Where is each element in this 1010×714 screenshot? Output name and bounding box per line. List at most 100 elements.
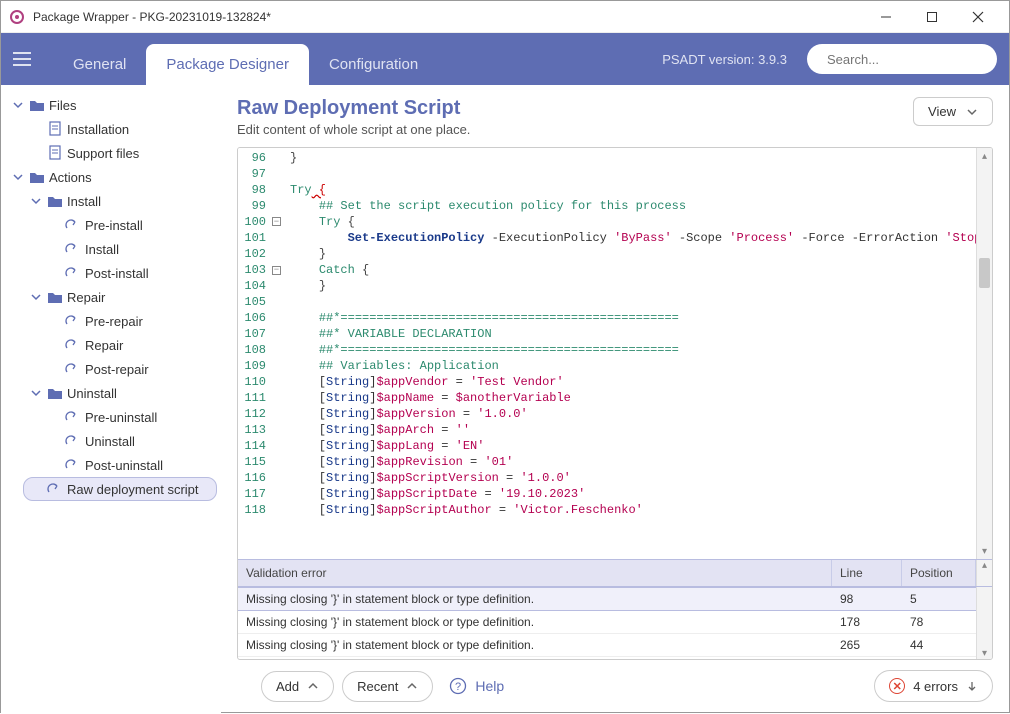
file-icon <box>47 145 63 161</box>
validation-row[interactable]: The Try statement is missing its Catch o… <box>238 657 976 659</box>
chevron-down-icon <box>11 170 25 184</box>
search-box[interactable] <box>807 44 997 74</box>
chevron-down-icon <box>29 386 43 400</box>
step-icon <box>65 313 81 329</box>
tree-label: Actions <box>49 170 92 185</box>
svg-text:?: ? <box>455 681 461 693</box>
chevron-up-icon <box>406 680 418 692</box>
tree-label: Install <box>67 194 101 209</box>
add-button-label: Add <box>276 679 299 694</box>
close-button[interactable] <box>955 1 1001 33</box>
help-link[interactable]: ? Help <box>449 677 504 695</box>
tree-pre-uninstall[interactable]: Pre-uninstall <box>41 405 217 429</box>
tree-installation[interactable]: Installation <box>23 117 217 141</box>
validation-pos: 78 <box>902 611 976 633</box>
fold-toggle[interactable]: − <box>272 266 281 275</box>
tree-install[interactable]: Install <box>41 237 217 261</box>
validation-row[interactable]: Missing closing '}' in statement block o… <box>238 634 976 657</box>
step-icon <box>65 265 81 281</box>
folder-icon <box>47 385 63 401</box>
validation-pos: 3 <box>902 657 976 659</box>
validation-scrollbar[interactable]: ▾ <box>976 587 992 659</box>
main-header: General Package Designer Configuration P… <box>1 33 1009 85</box>
window-title: Package Wrapper - PKG-20231019-132824* <box>33 10 863 24</box>
tree-label: Support files <box>67 146 139 161</box>
help-icon: ? <box>449 677 467 695</box>
scroll-down-icon[interactable]: ▾ <box>977 543 992 559</box>
step-icon <box>65 217 81 233</box>
tree-label: Pre-uninstall <box>85 410 157 425</box>
tree-support-files[interactable]: Support files <box>23 141 217 165</box>
tree-files[interactable]: Files <box>5 93 217 117</box>
tab-package-designer[interactable]: Package Designer <box>146 44 309 85</box>
search-input[interactable] <box>827 52 1003 67</box>
errors-button[interactable]: ✕ 4 errors <box>874 670 993 702</box>
tree-label: Raw deployment script <box>67 482 199 497</box>
file-icon <box>47 121 63 137</box>
arrow-down-icon <box>966 680 978 692</box>
tree-actions[interactable]: Actions <box>5 165 217 189</box>
tree-label: Repair <box>67 290 105 305</box>
step-icon <box>47 481 63 497</box>
tree-label: Repair <box>85 338 123 353</box>
tree-label: Pre-repair <box>85 314 143 329</box>
bottom-bar: Add Recent ? Help ✕ 4 errors <box>237 660 993 706</box>
titlebar: Package Wrapper - PKG-20231019-132824* <box>1 1 1009 33</box>
validation-msg: The Try statement is missing its Catch o… <box>238 657 832 659</box>
step-icon <box>65 241 81 257</box>
tree-install[interactable]: Install <box>23 189 217 213</box>
validation-row[interactable]: Missing closing '}' in statement block o… <box>238 587 976 611</box>
tree-uninstall[interactable]: Uninstall <box>23 381 217 405</box>
fold-toggle[interactable]: − <box>272 217 281 226</box>
code-text[interactable]: } Try { ## Set the script execution poli… <box>286 148 976 559</box>
tree-label: Uninstall <box>67 386 117 401</box>
page-subtitle: Edit content of whole script at one plac… <box>237 122 470 137</box>
tree-label: Post-uninstall <box>85 458 163 473</box>
step-icon <box>65 337 81 353</box>
chevron-down-icon <box>966 106 978 118</box>
tree-raw-deployment-script[interactable]: Raw deployment script <box>23 477 217 501</box>
view-button[interactable]: View <box>913 97 993 126</box>
tree-label: Pre-install <box>85 218 143 233</box>
tree-label: Install <box>85 242 119 257</box>
tree-post-install[interactable]: Post-install <box>41 261 217 285</box>
val-scroll-up-icon[interactable]: ▴ <box>976 560 992 586</box>
step-icon <box>65 433 81 449</box>
col-line[interactable]: Line <box>832 560 902 586</box>
line-gutter: 9697989910010110210310410510610710810911… <box>238 148 272 559</box>
fold-column[interactable]: − − <box>272 148 286 559</box>
editor-container: 9697989910010110210310410510610710810911… <box>237 147 993 660</box>
recent-button[interactable]: Recent <box>342 671 433 702</box>
validation-pos: 5 <box>902 588 976 610</box>
maximize-button[interactable] <box>909 1 955 33</box>
tree-post-repair[interactable]: Post-repair <box>41 357 217 381</box>
scroll-thumb[interactable] <box>979 258 990 288</box>
scroll-down-icon[interactable]: ▾ <box>982 648 987 659</box>
step-icon <box>65 361 81 377</box>
minimize-button[interactable] <box>863 1 909 33</box>
validation-row[interactable]: Missing closing '}' in statement block o… <box>238 611 976 634</box>
tree-repair[interactable]: Repair <box>41 333 217 357</box>
main-area: Files Installation Support files Actions… <box>1 85 1009 714</box>
code-editor[interactable]: 9697989910010110210310410510610710810911… <box>238 148 992 559</box>
editor-scrollbar[interactable]: ▴ ▾ <box>976 148 992 559</box>
menu-button[interactable] <box>13 47 37 71</box>
view-button-label: View <box>928 104 956 119</box>
tree-post-uninstall[interactable]: Post-uninstall <box>41 453 217 477</box>
tab-general[interactable]: General <box>53 44 146 85</box>
content-pane: Raw Deployment Script Edit content of wh… <box>221 85 1009 714</box>
tree-repair[interactable]: Repair <box>23 285 217 309</box>
step-icon <box>65 409 81 425</box>
add-button[interactable]: Add <box>261 671 334 702</box>
chevron-up-icon <box>307 680 319 692</box>
col-position[interactable]: Position <box>902 560 976 586</box>
tree-uninstall[interactable]: Uninstall <box>41 429 217 453</box>
tree-pre-install[interactable]: Pre-install <box>41 213 217 237</box>
tab-configuration[interactable]: Configuration <box>309 44 438 85</box>
tree-pre-repair[interactable]: Pre-repair <box>41 309 217 333</box>
scroll-up-icon[interactable]: ▴ <box>977 148 992 164</box>
validation-msg: Missing closing '}' in statement block o… <box>238 634 832 656</box>
page-title: Raw Deployment Script <box>237 97 470 120</box>
validation-rows: Missing closing '}' in statement block o… <box>238 587 976 659</box>
col-error[interactable]: Validation error <box>238 560 832 586</box>
